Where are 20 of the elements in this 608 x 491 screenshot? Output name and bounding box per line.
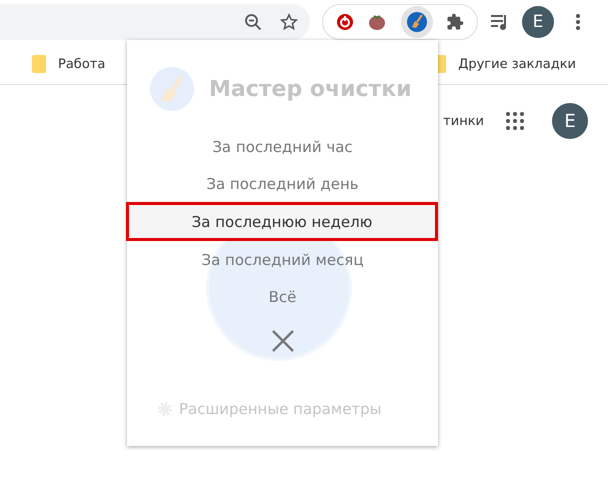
menu-item[interactable]: За последний час: [127, 128, 438, 165]
profile-avatar[interactable]: E: [552, 103, 588, 139]
brush-icon[interactable]: [406, 11, 428, 33]
profile-avatar[interactable]: E: [522, 6, 554, 38]
images-link[interactable]: тинки: [443, 114, 484, 128]
apps-icon[interactable]: [506, 112, 524, 130]
popup-title: Мастер очистки: [209, 76, 412, 102]
power-icon[interactable]: [336, 13, 354, 31]
menu-item[interactable]: За последнюю неделю: [126, 202, 438, 241]
puzzle-icon[interactable]: [446, 13, 464, 31]
menu-item[interactable]: За последний день: [127, 165, 438, 202]
bookmark-folder[interactable]: Работа: [32, 55, 106, 73]
brush-icon: [149, 66, 195, 112]
star-icon[interactable]: [280, 13, 298, 31]
menu-item[interactable]: Всё: [127, 278, 438, 315]
menu-icon[interactable]: [576, 14, 580, 30]
folder-icon: [32, 55, 46, 73]
menu-item[interactable]: За последний месяц: [127, 241, 438, 278]
zoom-out-icon[interactable]: [244, 13, 262, 31]
close-icon[interactable]: [270, 329, 294, 353]
